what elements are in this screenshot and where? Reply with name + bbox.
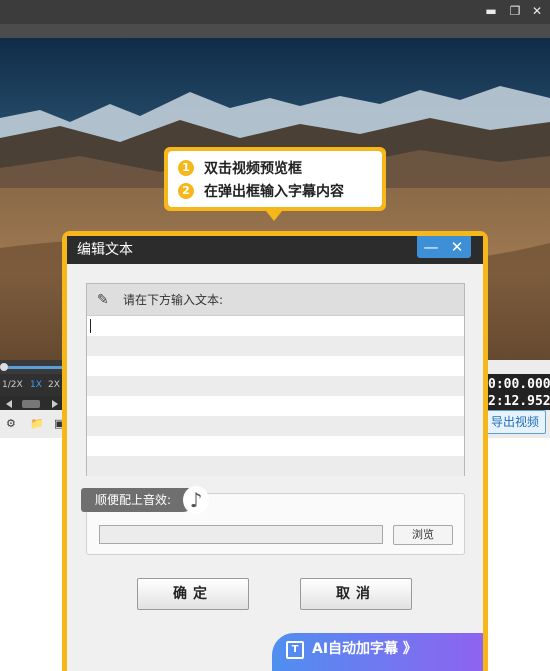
- callout-pointer: [266, 211, 282, 221]
- timeline-handle[interactable]: [0, 363, 8, 371]
- ai-auto-subtitle-label: AI自动加字幕 》: [312, 641, 417, 657]
- window-close-button[interactable]: ✕: [530, 4, 544, 18]
- speed-1x-button[interactable]: 1X: [30, 380, 42, 390]
- dialog-title-buttons: — ✕: [417, 236, 471, 258]
- save-icon[interactable]: ▣: [54, 418, 62, 430]
- step-number-badge: 1: [178, 159, 194, 176]
- current-time: 0:00.000: [488, 377, 550, 392]
- settings-icon[interactable]: ⚙: [6, 418, 18, 430]
- text-line: [87, 316, 464, 336]
- text-line: [87, 356, 464, 376]
- window-titlebar: ▬ ❐ ✕: [0, 0, 550, 24]
- text-line: [87, 436, 464, 456]
- timeline-slider[interactable]: [0, 360, 64, 374]
- speed-2x-button[interactable]: 2X: [48, 380, 60, 390]
- text-edit-prompt: 请在下方输入文本:: [123, 292, 224, 307]
- folder-icon[interactable]: 📁: [30, 418, 44, 430]
- text-line: [87, 336, 464, 356]
- dialog-close-button[interactable]: ✕: [444, 237, 470, 257]
- rewind-play-forward-icon[interactable]: [0, 397, 64, 411]
- speed-controls: 1/2X 1X 2X: [0, 374, 64, 396]
- menu-strip: [0, 24, 550, 38]
- step-text: 在弹出框输入字幕内容: [204, 183, 344, 200]
- sound-effect-panel: 顺便配上音效: ♪ 浏览: [81, 486, 465, 555]
- edit-text-dialog: 编辑文本 — ✕ ✎ 请在下方输入文本: 顺便配上音效: ♪ 浏览 确定 取消 …: [67, 236, 483, 671]
- text-line: [87, 396, 464, 416]
- text-edit-header: ✎ 请在下方输入文本:: [87, 284, 464, 316]
- ai-subtitle-icon: T: [286, 641, 304, 659]
- instruction-callout: 1 双击视频预览框 2 在弹出框输入字幕内容: [164, 147, 386, 211]
- step-number-badge: 2: [178, 182, 194, 199]
- time-display: 0:00.000 2:12.952: [484, 374, 550, 410]
- text-edit-area[interactable]: ✎ 请在下方输入文本:: [86, 283, 465, 476]
- ok-button[interactable]: 确定: [137, 578, 249, 610]
- ai-auto-subtitle-button[interactable]: T AI自动加字幕 》: [272, 633, 483, 671]
- step-text: 双击视频预览框: [204, 160, 302, 177]
- sound-path-input[interactable]: [99, 525, 383, 544]
- dialog-minimize-button[interactable]: —: [418, 237, 444, 257]
- speed-half-button[interactable]: 1/2X: [2, 380, 23, 390]
- text-caret: [90, 319, 91, 333]
- total-time: 2:12.952: [488, 394, 550, 409]
- window-maximize-button[interactable]: ❐: [508, 4, 522, 18]
- text-line: [87, 376, 464, 396]
- callout-step-2: 2 在弹出框输入字幕内容: [178, 179, 372, 202]
- text-line: [87, 456, 464, 476]
- text-line: [87, 416, 464, 436]
- toolbar-left: ⚙ 📁 ▣: [0, 410, 64, 438]
- browse-button[interactable]: 浏览: [393, 525, 453, 545]
- sound-effect-label: 顺便配上音效:: [81, 488, 193, 512]
- text-lines: [87, 316, 464, 476]
- music-note-icon: ♪: [183, 486, 209, 514]
- cancel-button[interactable]: 取消: [300, 578, 412, 610]
- timeline-track: [4, 366, 64, 369]
- callout-step-1: 1 双击视频预览框: [178, 156, 372, 179]
- window-minimize-button[interactable]: ▬: [484, 4, 498, 18]
- edit-icon: ✎: [97, 291, 109, 308]
- export-video-button[interactable]: 导出视频: [484, 410, 546, 434]
- playback-controls: [0, 396, 64, 410]
